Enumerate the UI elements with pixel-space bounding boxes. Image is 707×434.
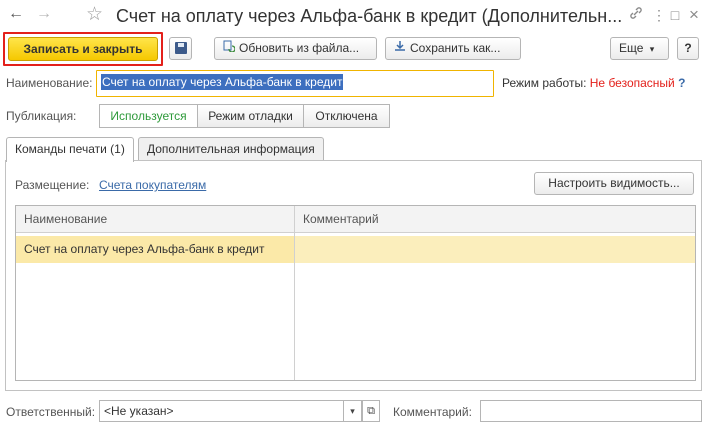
column-header-name[interactable]: Наименование (16, 206, 107, 233)
responsible-dropdown-icon[interactable]: ▾ (344, 400, 362, 422)
publication-option-debug[interactable]: Режим отладки (197, 104, 304, 128)
table-row[interactable]: Счет на оплату через Альфа-банк в кредит (16, 236, 695, 263)
comment-input[interactable] (480, 400, 702, 422)
responsible-open-icon[interactable]: ⧉ (362, 400, 380, 422)
mode-label: Режим работы: (502, 76, 587, 90)
column-separator (294, 206, 295, 380)
configure-visibility-button[interactable]: Настроить видимость... (534, 172, 694, 195)
placement-link[interactable]: Счета покупателям (99, 178, 206, 192)
row-name-cell[interactable]: Счет на оплату через Альфа-банк в кредит (16, 236, 294, 263)
menu-icon[interactable]: ⋮ (651, 6, 667, 24)
window-title: Счет на оплату через Альфа-банк в кредит… (116, 6, 623, 26)
publication-label: Публикация: (6, 109, 77, 123)
save-and-close-button[interactable]: Записать и закрыть (8, 37, 158, 61)
refresh-file-icon (223, 38, 236, 59)
save-as-button[interactable]: Сохранить как... (385, 37, 521, 60)
mode-row: Режим работы: Не безопасный ? (502, 76, 685, 90)
save-button[interactable] (169, 37, 192, 60)
tab-additional-info[interactable]: Дополнительная информация (138, 137, 324, 161)
save-as-label: Сохранить как... (410, 41, 501, 55)
name-input-value: Счет на оплату через Альфа-банк в кредит (101, 74, 344, 90)
link-icon[interactable] (628, 6, 644, 24)
tab-print-commands[interactable]: Команды печати (1) (6, 137, 134, 162)
floppy-disk-icon (174, 42, 187, 54)
forward-icon[interactable]: → (33, 5, 55, 25)
mode-help-icon[interactable]: ? (678, 76, 685, 90)
more-label: Еще (619, 41, 644, 55)
print-commands-table: Наименование Комментарий Счет на оплату … (15, 205, 696, 381)
responsible-label: Ответственный: (6, 405, 96, 419)
column-header-comment[interactable]: Комментарий (295, 206, 379, 233)
refresh-from-file-label: Обновить из файла... (239, 41, 360, 55)
mode-value: Не безопасный (589, 76, 675, 90)
refresh-from-file-button[interactable]: Обновить из файла... (214, 37, 377, 60)
publication-option-disabled[interactable]: Отключена (303, 104, 390, 128)
responsible-input[interactable]: <Не указан> (99, 400, 344, 422)
row-comment-cell[interactable] (295, 236, 303, 263)
close-icon[interactable]: × (686, 6, 702, 24)
download-icon (394, 38, 406, 59)
favorite-star-icon[interactable]: ☆ (86, 3, 103, 27)
chevron-down-icon: ▾ (649, 44, 655, 54)
help-button[interactable]: ? (677, 37, 699, 60)
more-button[interactable]: Еще ▾ (610, 37, 669, 60)
placement-label: Размещение: (15, 178, 90, 192)
name-input[interactable]: Счет на оплату через Альфа-банк в кредит (96, 70, 494, 97)
table-header: Наименование Комментарий (16, 206, 695, 233)
comment-label: Комментарий: (393, 405, 472, 419)
back-icon[interactable]: ← (5, 5, 27, 25)
name-label: Наименование: (6, 76, 93, 90)
restore-icon[interactable]: □ (667, 6, 683, 24)
publication-option-used[interactable]: Используется (99, 104, 198, 128)
